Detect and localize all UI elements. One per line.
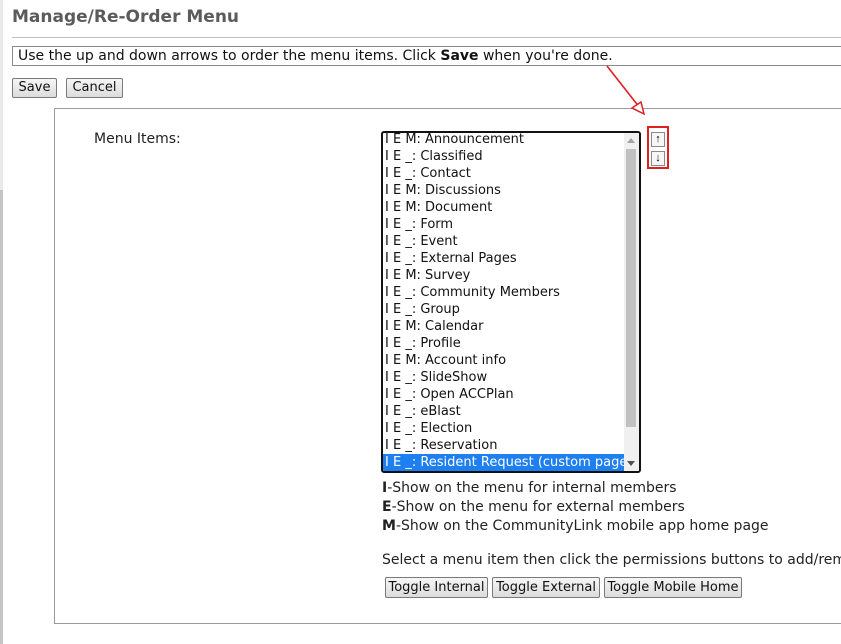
menu-list-item[interactable]: I E _: Community Members — [383, 284, 625, 301]
menu-list-item[interactable]: I E _: Reservation — [383, 437, 625, 454]
legend-mobile-text: -Show on the CommunityLink mobile app ho… — [395, 518, 769, 534]
scroll-up-arrow-icon[interactable] — [627, 138, 635, 143]
menu-items-label: Menu Items: — [94, 131, 181, 147]
legend-mobile-key: M — [382, 518, 396, 534]
menu-list-item[interactable]: I E _: eBlast — [383, 403, 625, 420]
move-up-button[interactable]: ↑ — [651, 132, 665, 147]
menu-list-item[interactable]: I E _: SlideShow — [383, 369, 625, 386]
toggle-mobile-home-button[interactable]: Toggle Mobile Home — [604, 577, 742, 598]
listbox-scrollbar[interactable] — [624, 133, 639, 471]
instructions-bar: Use the up and down arrows to order the … — [12, 46, 841, 66]
menu-list-item[interactable]: I E _: External Pages — [383, 250, 625, 267]
annotation-arrow-icon — [606, 65, 646, 116]
window-left-edge-shadow — [0, 190, 3, 644]
legend-internal-text: -Show on the menu for internal members — [387, 480, 677, 496]
legend-external: E-Show on the menu for external members — [382, 498, 769, 517]
title-divider — [12, 37, 841, 38]
page-title: Manage/Re-Order Menu — [12, 7, 240, 27]
menu-list-item[interactable]: I E _: Event — [383, 233, 625, 250]
menu-list-item[interactable]: I E M: Announcement — [383, 133, 625, 148]
toggle-internal-button[interactable]: Toggle Internal — [385, 577, 488, 598]
menu-list-item[interactable]: I E M: Discussions — [383, 182, 625, 199]
menu-list-item[interactable]: I E _: Resident Request (custom page) — [383, 454, 625, 471]
toggle-external-button[interactable]: Toggle External — [492, 577, 600, 598]
instructions-save-word: Save — [440, 48, 479, 64]
menu-items-list: I E M: Announcement I E _: Classified I E … — [383, 133, 625, 471]
instructions-text: Use the up and down arrows to order the … — [18, 48, 441, 64]
menu-list-item[interactable]: I E _: Group — [383, 301, 625, 318]
menu-list-item[interactable]: I E _: Contact — [383, 165, 625, 182]
save-button[interactable]: Save — [12, 78, 57, 98]
permission-legend: I-Show on the menu for internal members … — [382, 479, 769, 536]
scroll-down-arrow-icon[interactable] — [627, 461, 635, 466]
menu-list-item[interactable]: I E _: Open ACCPlan — [383, 386, 625, 403]
menu-list-item[interactable]: I E _: Profile — [383, 335, 625, 352]
legend-external-text: -Show on the menu for external members — [391, 499, 685, 515]
menu-list-item[interactable]: I E _: Classified — [383, 148, 625, 165]
menu-list-item[interactable]: I E _: Election — [383, 420, 625, 437]
scroll-thumb[interactable] — [626, 149, 636, 427]
menu-list-item[interactable]: I E _: Form — [383, 216, 625, 233]
menu-list-item[interactable]: I E M: Account info — [383, 352, 625, 369]
menu-list-item[interactable]: I E M: Survey — [383, 267, 625, 284]
move-down-button[interactable]: ↓ — [651, 151, 665, 166]
cancel-button[interactable]: Cancel — [66, 78, 123, 98]
menu-list-item[interactable]: I E M: Calendar — [383, 318, 625, 335]
instructions-text-end: when you're done. — [478, 48, 613, 64]
legend-external-key: E — [382, 499, 392, 515]
legend-mobile: M-Show on the CommunityLink mobile app h… — [382, 517, 769, 536]
menu-items-listbox[interactable]: I E M: Announcement I E _: Classified I E … — [381, 131, 641, 473]
menu-list-item[interactable]: I E M: Document — [383, 199, 625, 216]
permissions-instruction: Select a menu item then click the permis… — [382, 552, 841, 568]
legend-internal: I-Show on the menu for internal members — [382, 479, 769, 498]
